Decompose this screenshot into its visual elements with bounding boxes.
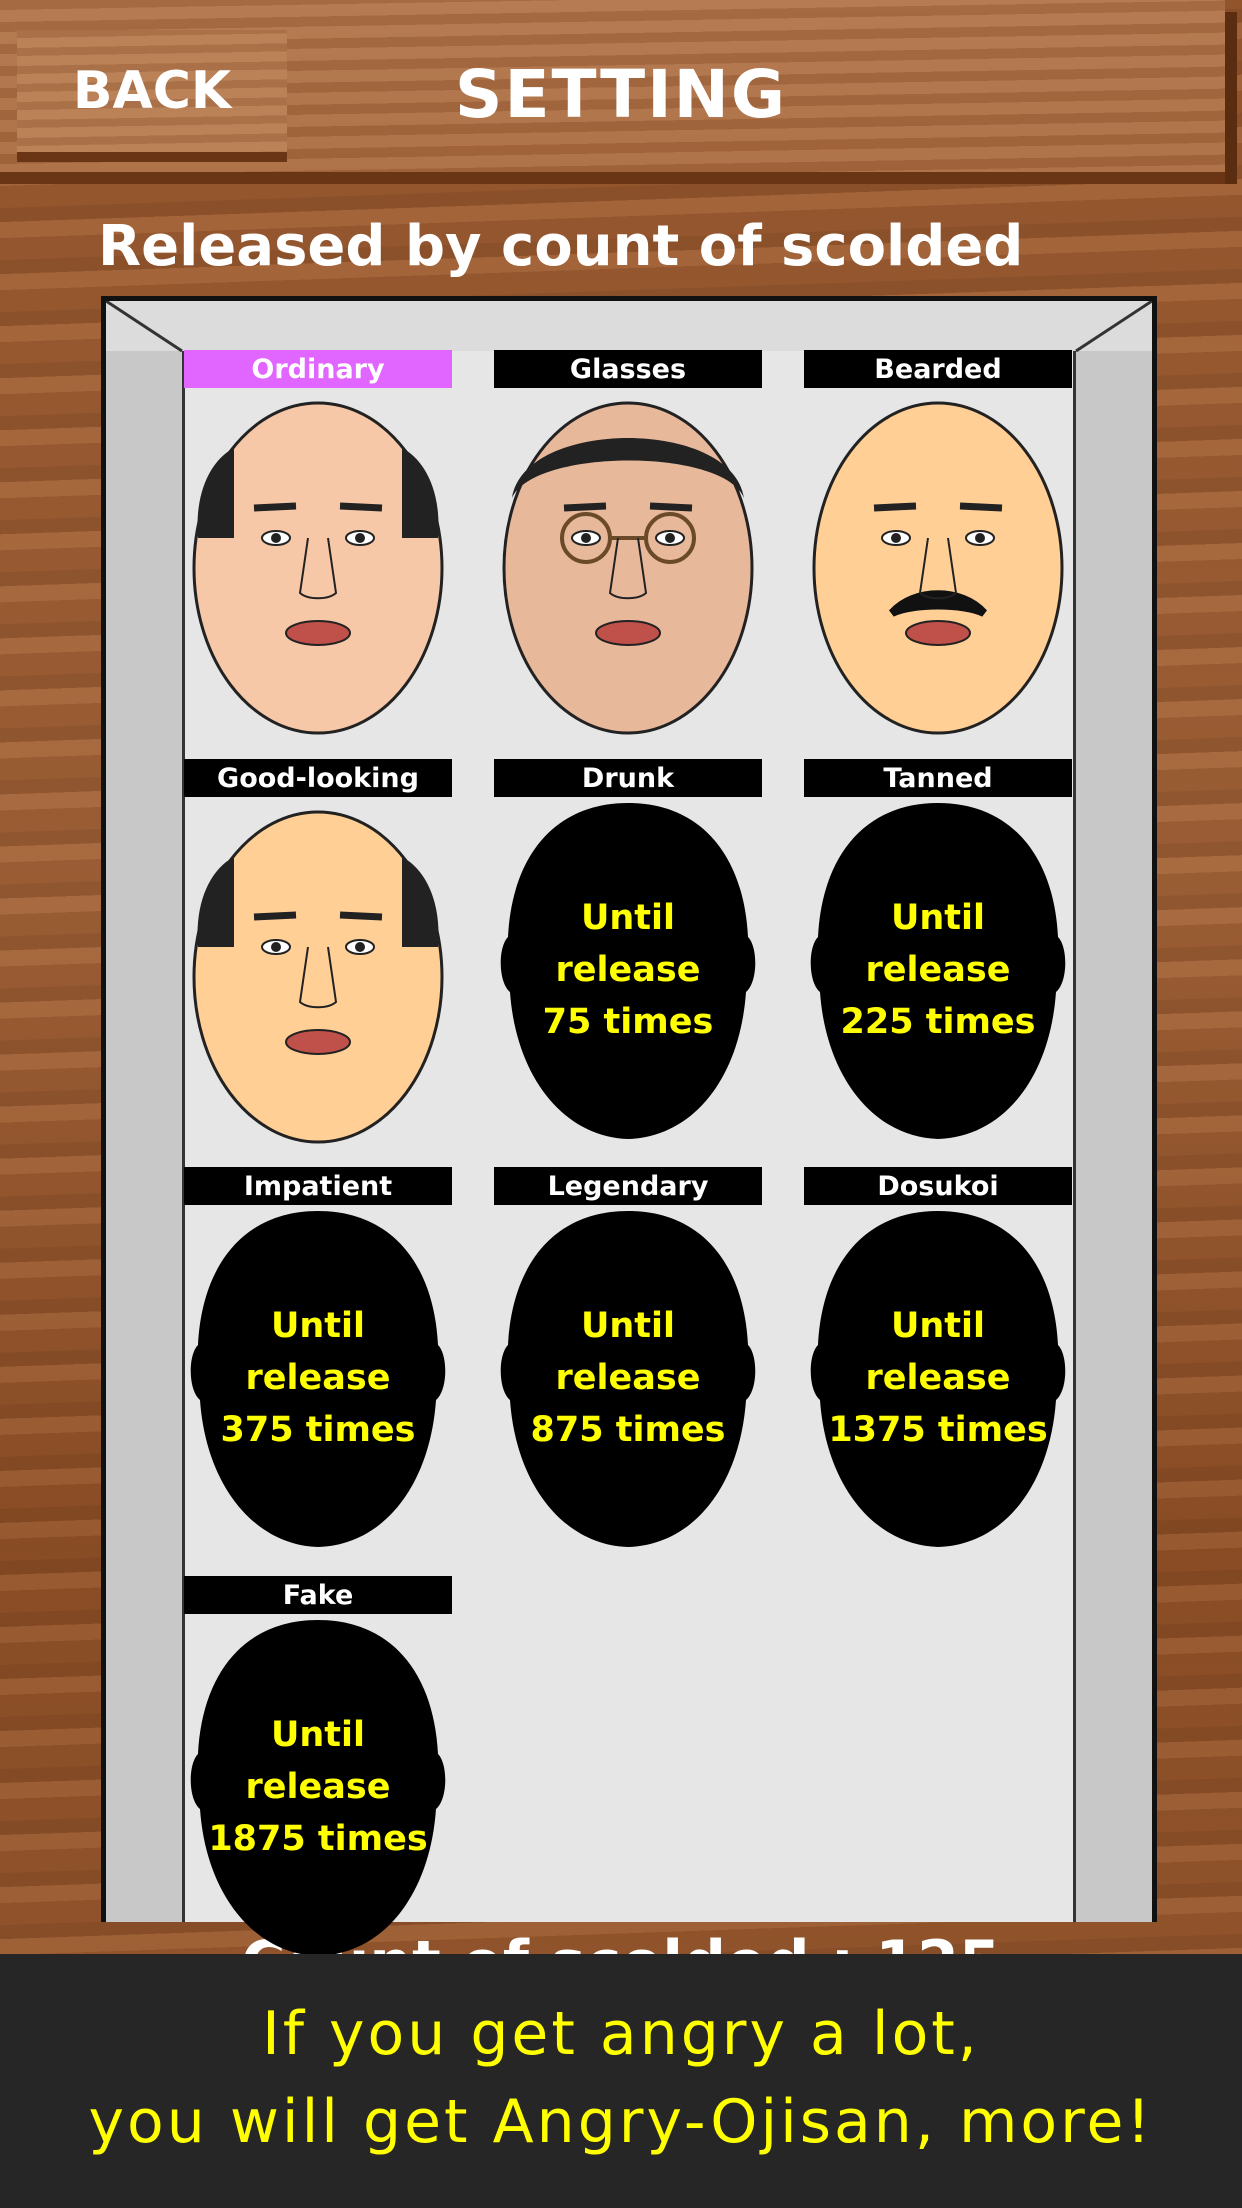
character-name-label: Tanned — [804, 759, 1072, 797]
character-name-label: Glasses — [494, 350, 762, 388]
lock-line: Until — [890, 898, 986, 938]
face-icon — [502, 401, 754, 735]
lock-line: Until — [270, 1715, 366, 1755]
face-icon — [192, 401, 444, 735]
character-card-good-looking[interactable]: Good-looking — [184, 759, 452, 1147]
locked-silhouette: Until release 1375 times — [804, 1205, 1072, 1555]
banner-line-2: you will get Angry-Ojisan, more! — [88, 2087, 1154, 2157]
character-name-label: Fake — [184, 1576, 452, 1614]
face-icon — [192, 810, 444, 1144]
character-face — [184, 388, 452, 738]
character-card-bearded[interactable]: Bearded — [804, 350, 1072, 738]
lock-line: release — [245, 1358, 391, 1398]
character-face — [804, 388, 1072, 738]
lock-line: release — [555, 950, 701, 990]
page-title: SETTING — [454, 56, 788, 133]
lock-line: release — [555, 1358, 701, 1398]
locked-silhouette: Until release 375 times — [184, 1205, 452, 1555]
lock-line: release — [865, 950, 1011, 990]
character-card-fake[interactable]: Fake Until release 1875 times — [184, 1576, 452, 1964]
character-name-label: Ordinary — [184, 350, 452, 388]
character-face — [494, 388, 762, 738]
unlock-count: 375 times — [220, 1410, 416, 1450]
character-name-label: Drunk — [494, 759, 762, 797]
character-name-label: Dosukoi — [804, 1167, 1072, 1205]
character-face — [184, 797, 452, 1147]
unlock-count: 225 times — [840, 1002, 1036, 1042]
character-name-label: Bearded — [804, 350, 1072, 388]
character-card-tanned[interactable]: Tanned Until release 225 times — [804, 759, 1072, 1147]
unlock-count: 1375 times — [828, 1410, 1048, 1450]
character-card-impatient[interactable]: Impatient Until release 375 times — [184, 1167, 452, 1555]
unlock-count: 875 times — [530, 1410, 726, 1450]
lock-line: Until — [270, 1306, 366, 1346]
unlock-count: 1875 times — [208, 1819, 428, 1859]
locked-silhouette: Until release 225 times — [804, 797, 1072, 1147]
lock-line: Until — [890, 1306, 986, 1346]
lock-line: release — [865, 1358, 1011, 1398]
section-subtitle: Released by count of scolded — [98, 214, 1024, 279]
character-card-drunk[interactable]: Drunk Until release 75 times — [494, 759, 762, 1147]
lock-line: Until — [580, 898, 676, 938]
character-name-label: Legendary — [494, 1167, 762, 1205]
character-name-label: Impatient — [184, 1167, 452, 1205]
character-card-dosukoi[interactable]: Dosukoi Until release 1375 times — [804, 1167, 1072, 1555]
face-icon — [812, 401, 1064, 735]
character-name-label: Good-looking — [184, 759, 452, 797]
locked-silhouette: Until release 1875 times — [184, 1614, 452, 1964]
lock-line: Until — [580, 1306, 676, 1346]
banner-line-1: If you get angry a lot, — [262, 1999, 980, 2069]
unlock-count: 75 times — [542, 1002, 714, 1042]
locked-silhouette: Until release 875 times — [494, 1205, 762, 1555]
locked-silhouette: Until release 75 times — [494, 797, 762, 1147]
character-card-glasses[interactable]: Glasses — [494, 350, 762, 738]
character-card-legendary[interactable]: Legendary Until release 875 times — [494, 1167, 762, 1555]
character-card-ordinary[interactable]: Ordinary — [184, 350, 452, 738]
lock-line: release — [245, 1767, 391, 1807]
ad-banner[interactable]: If you get angry a lot, you will get Ang… — [0, 1954, 1242, 2208]
